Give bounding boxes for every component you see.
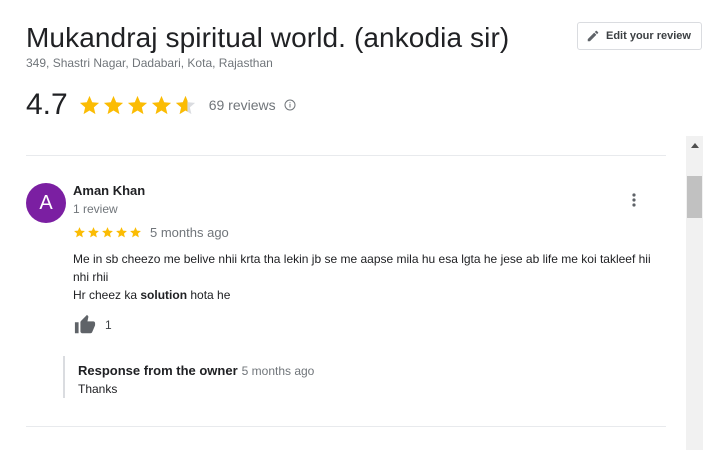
pencil-icon [587, 30, 599, 42]
edit-review-label: Edit your review [606, 30, 691, 42]
avatar[interactable]: A [26, 183, 66, 223]
edit-review-button[interactable]: Edit your review [577, 22, 702, 50]
thumb-up-icon [74, 314, 96, 334]
place-address: 349, Shastri Nagar, Dadabari, Kota, Raja… [26, 56, 273, 70]
review-text-line: Hr cheez ka solution hota he [73, 288, 231, 302]
reviewer-name[interactable]: Aman Khan [73, 183, 145, 198]
rating-stars [78, 94, 197, 117]
scroll-thumb[interactable] [687, 176, 702, 218]
star-icon [151, 95, 171, 114]
chevron-up-icon [690, 142, 699, 148]
review-text-line: Me in sb cheezo me belive nhii krta tha … [73, 252, 651, 284]
star-icon [103, 95, 123, 114]
owner-response-text: Thanks [78, 382, 118, 396]
star-icon [88, 227, 99, 238]
review-text: Me in sb cheezo me belive nhii krta tha … [73, 250, 663, 304]
scrollbar[interactable] [686, 136, 703, 450]
owner-response-header: Response from the owner 5 months ago [78, 363, 314, 378]
owner-response: Response from the owner 5 months ago Than… [63, 356, 314, 398]
review-time: 5 months ago [150, 225, 229, 240]
star-icon [79, 95, 99, 114]
info-icon[interactable] [284, 99, 296, 111]
highlighted-word: solution [140, 288, 188, 302]
owner-response-title: Response from the owner [78, 363, 238, 378]
star-icon [116, 227, 127, 238]
owner-response-time: 5 months ago [241, 364, 315, 378]
like-count: 1 [105, 318, 112, 332]
rating-summary: 4.7 69 reviews [26, 88, 296, 122]
star-icon [102, 227, 113, 238]
like-button[interactable]: 1 [73, 314, 112, 336]
star-half-icon [175, 95, 195, 114]
star-icon [74, 227, 85, 238]
star-icon [127, 95, 147, 114]
reviews-count: 69 reviews [208, 97, 276, 113]
divider [26, 426, 666, 427]
place-title: Mukandraj spiritual world. (ankodia sir) [26, 22, 510, 53]
review-stars [73, 226, 142, 239]
scroll-up-button[interactable] [686, 136, 703, 153]
rating-value: 4.7 [26, 88, 68, 121]
more-vert-icon [632, 193, 636, 207]
reviewer-review-count: 1 review [73, 202, 118, 216]
review-rating: 5 months ago [73, 225, 229, 240]
more-options-button[interactable] [624, 188, 644, 212]
divider [26, 155, 666, 156]
star-icon [130, 227, 141, 238]
